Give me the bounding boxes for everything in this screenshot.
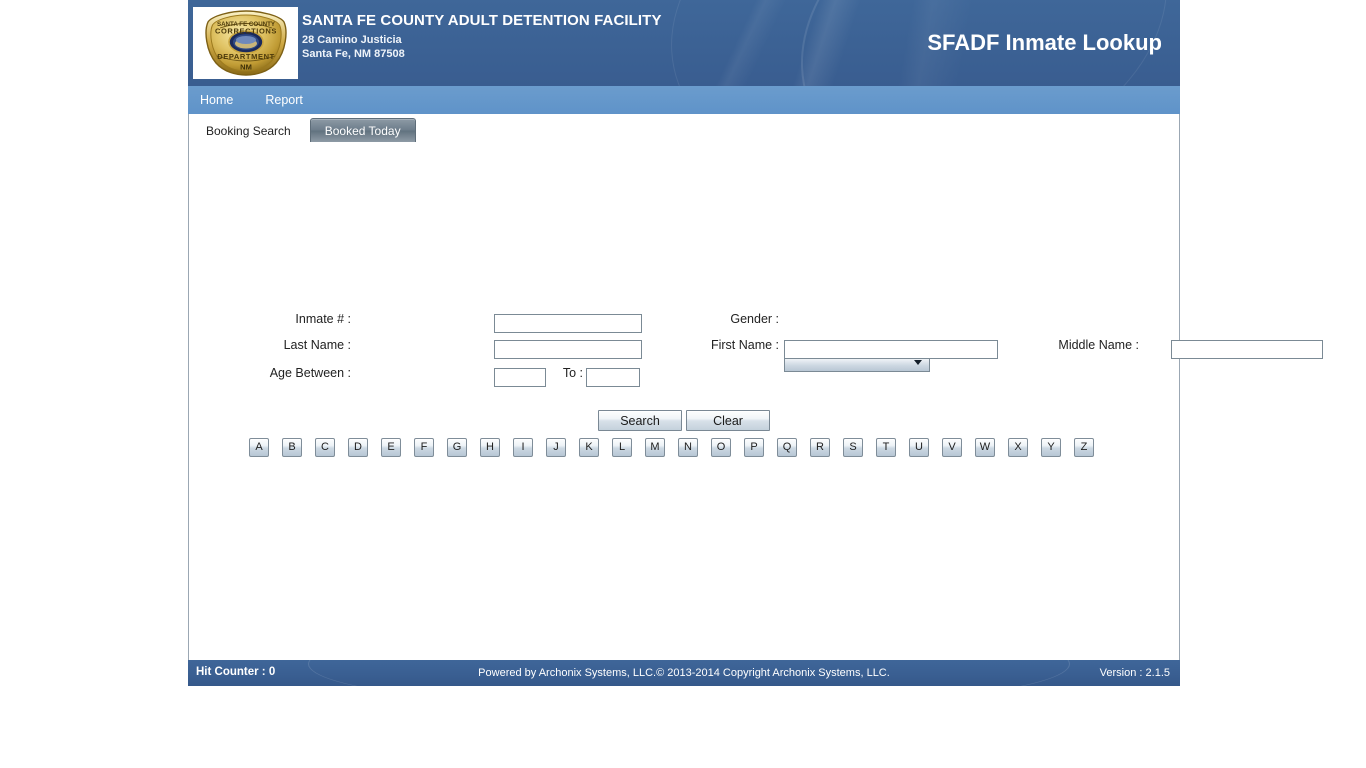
app-title: SFADF Inmate Lookup bbox=[927, 30, 1162, 55]
alphabet-button-f[interactable]: F bbox=[414, 438, 434, 457]
alphabet-button-c[interactable]: C bbox=[315, 438, 335, 457]
inmate-number-label: Inmate # : bbox=[295, 312, 351, 326]
alphabet-button-q[interactable]: Q bbox=[777, 438, 797, 457]
svg-text:CORRECTIONS: CORRECTIONS bbox=[214, 27, 276, 36]
alphabet-button-o[interactable]: O bbox=[711, 438, 731, 457]
footer-copyright: Powered by Archonix Systems, LLC.© 2013-… bbox=[478, 667, 890, 679]
agency-logo: SANTA FE COUNTY CORRECTIONS DEPARTMENT N… bbox=[193, 7, 298, 79]
alphabet-button-r[interactable]: R bbox=[810, 438, 830, 457]
alphabet-filter: ABCDEFGHIJKLMNOPQRSTUVWXYZ bbox=[249, 438, 1129, 457]
agency-address-line-1: 28 Camino Justicia bbox=[302, 34, 402, 46]
site-footer: Hit Counter : 0 Powered by Archonix Syst… bbox=[188, 660, 1180, 686]
tab-strip: Booking Search Booked Today bbox=[189, 114, 1179, 142]
age-from-input[interactable] bbox=[494, 368, 546, 387]
alphabet-button-x[interactable]: X bbox=[1008, 438, 1028, 457]
alphabet-button-h[interactable]: H bbox=[480, 438, 500, 457]
alphabet-button-m[interactable]: M bbox=[645, 438, 665, 457]
alphabet-button-y[interactable]: Y bbox=[1041, 438, 1061, 457]
alphabet-button-g[interactable]: G bbox=[447, 438, 467, 457]
agency-name: SANTA FE COUNTY ADULT DETENTION FACILITY bbox=[302, 12, 662, 29]
alphabet-button-z[interactable]: Z bbox=[1074, 438, 1094, 457]
footer-copyright-wrap: Powered by Archonix Systems, LLC.© 2013-… bbox=[188, 667, 1180, 679]
last-name-label: Last Name : bbox=[283, 338, 351, 352]
alphabet-button-e[interactable]: E bbox=[381, 438, 401, 457]
alphabet-button-b[interactable]: B bbox=[282, 438, 302, 457]
chevron-down-icon bbox=[914, 360, 922, 365]
page-container: SANTA FE COUNTY CORRECTIONS DEPARTMENT N… bbox=[188, 0, 1323, 686]
nav-item-home[interactable]: Home bbox=[200, 93, 251, 107]
tab-booking-search[interactable]: Booking Search bbox=[191, 118, 306, 142]
alphabet-button-u[interactable]: U bbox=[909, 438, 929, 457]
svg-text:NM: NM bbox=[240, 63, 252, 72]
site-header: SANTA FE COUNTY CORRECTIONS DEPARTMENT N… bbox=[188, 0, 1180, 86]
nav-item-report[interactable]: Report bbox=[265, 93, 321, 107]
alphabet-button-s[interactable]: S bbox=[843, 438, 863, 457]
alphabet-button-a[interactable]: A bbox=[249, 438, 269, 457]
gender-label: Gender : bbox=[730, 312, 779, 326]
svg-text:DEPARTMENT: DEPARTMENT bbox=[217, 52, 275, 61]
alphabet-button-i[interactable]: I bbox=[513, 438, 533, 457]
alphabet-button-v[interactable]: V bbox=[942, 438, 962, 457]
alphabet-button-t[interactable]: T bbox=[876, 438, 896, 457]
alphabet-button-k[interactable]: K bbox=[579, 438, 599, 457]
main-navigation: Home Report bbox=[188, 86, 1180, 114]
clear-button[interactable]: Clear bbox=[686, 410, 770, 431]
search-button[interactable]: Search bbox=[598, 410, 682, 431]
age-between-label: Age Between : bbox=[269, 366, 351, 380]
tab-booked-today[interactable]: Booked Today bbox=[309, 118, 416, 142]
alphabet-button-w[interactable]: W bbox=[975, 438, 995, 457]
content-area: Booking Search Booked Today Inmate # : G… bbox=[188, 114, 1323, 660]
alphabet-button-j[interactable]: J bbox=[546, 438, 566, 457]
app-version: Version : 2.1.5 bbox=[1099, 667, 1170, 679]
age-to-label: To : bbox=[562, 366, 583, 380]
sheriff-badge-icon: SANTA FE COUNTY CORRECTIONS DEPARTMENT N… bbox=[204, 10, 287, 76]
first-name-label: First Name : bbox=[710, 338, 779, 352]
age-to-input[interactable] bbox=[586, 368, 640, 387]
alphabet-button-p[interactable]: P bbox=[744, 438, 764, 457]
alphabet-button-n[interactable]: N bbox=[678, 438, 698, 457]
booking-search-form: Inmate # : Gender : Last Name : First Na… bbox=[189, 142, 1323, 457]
agency-address-line-2: Santa Fe, NM 87508 bbox=[302, 48, 405, 60]
middle-name-label: Middle Name : bbox=[1058, 338, 1139, 352]
middle-name-input[interactable] bbox=[1171, 340, 1323, 359]
alphabet-button-d[interactable]: D bbox=[348, 438, 368, 457]
alphabet-button-l[interactable]: L bbox=[612, 438, 632, 457]
